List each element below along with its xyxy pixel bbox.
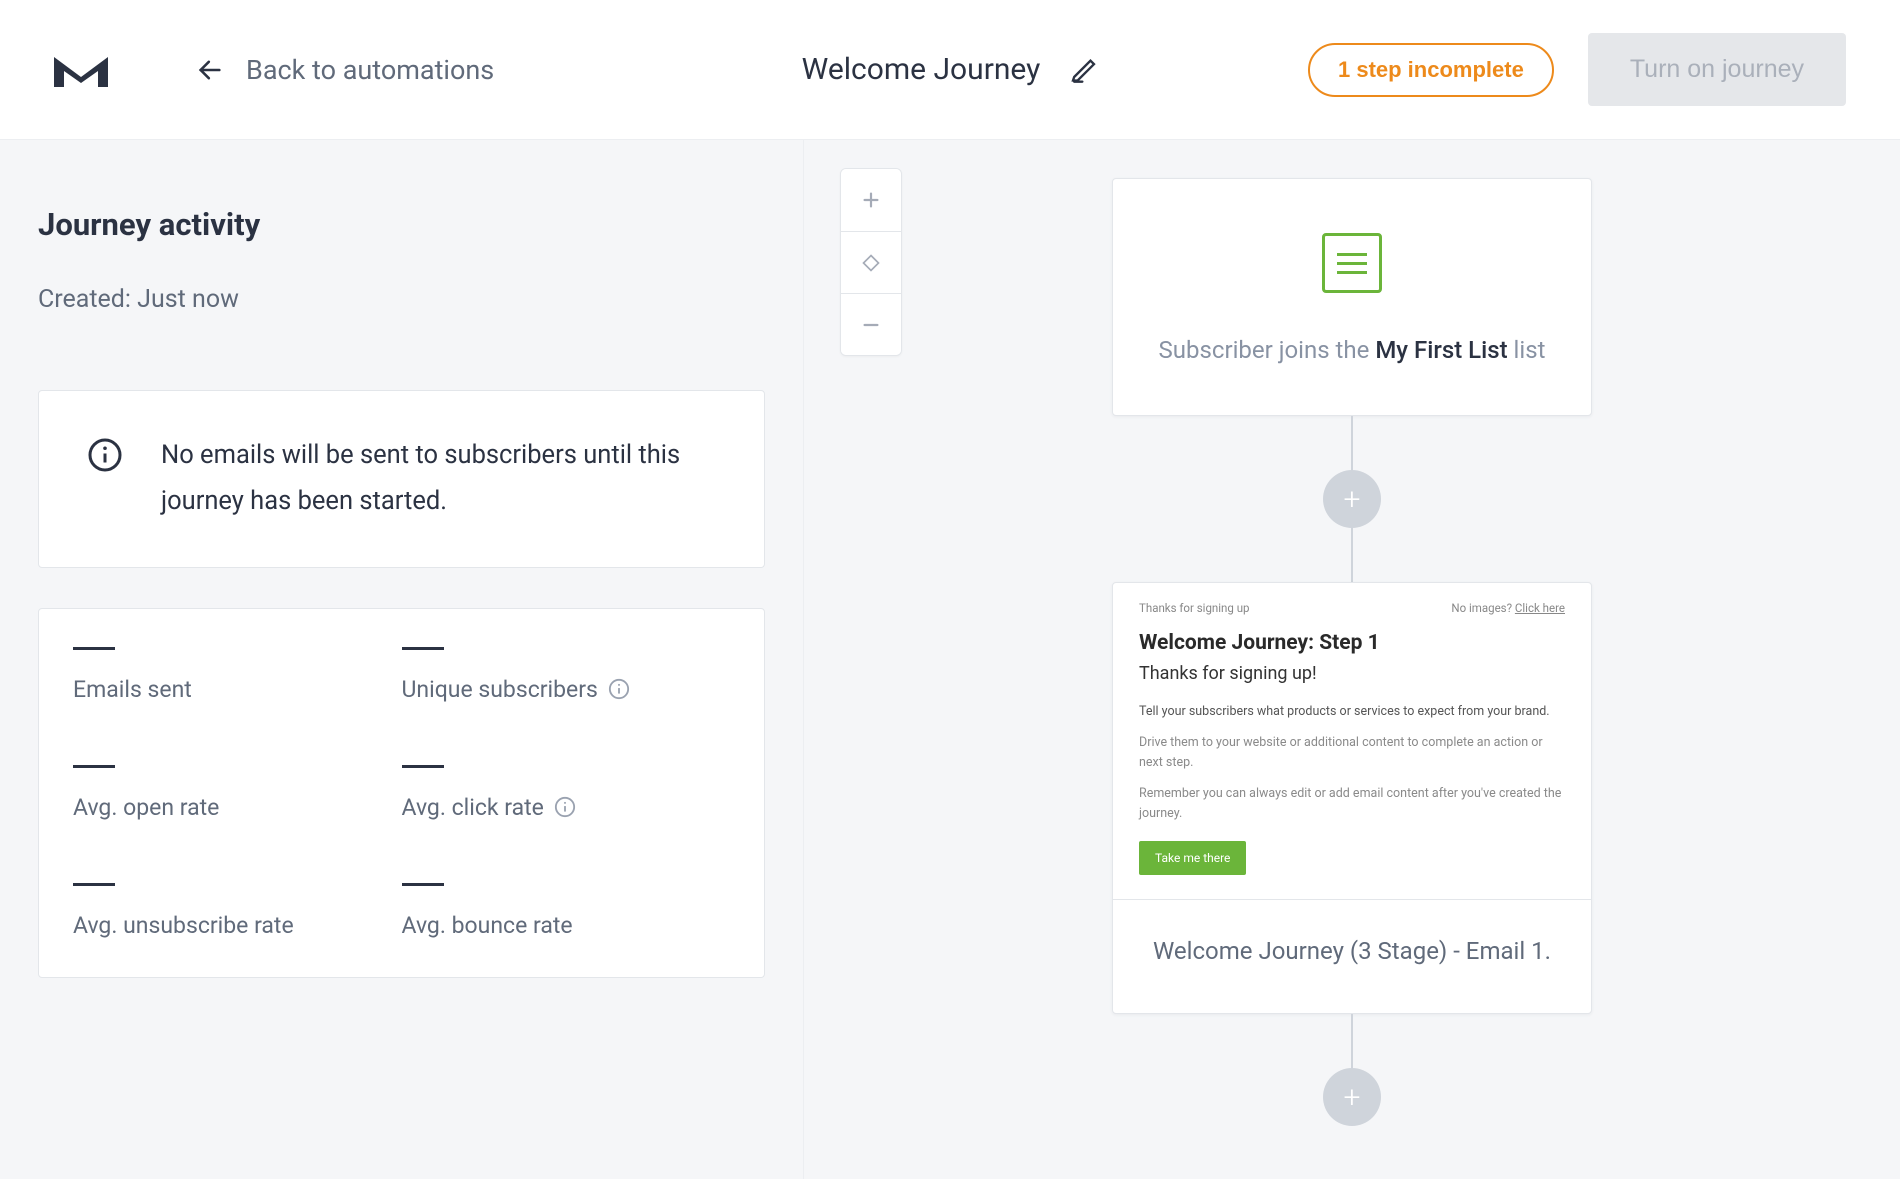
list-icon xyxy=(1322,233,1382,293)
stat-item: Avg. bounce rate xyxy=(402,883,731,939)
email-node-title: Welcome Journey (3 Stage) - Email 1. xyxy=(1113,900,1591,1013)
back-to-automations-link[interactable]: Back to automations xyxy=(196,54,494,86)
stat-value-placeholder xyxy=(402,765,444,768)
stat-item: Unique subscribers xyxy=(402,647,731,703)
info-icon[interactable] xyxy=(554,796,576,818)
connector-line xyxy=(1351,416,1353,472)
preview-body: Tell your subscribers what products or s… xyxy=(1139,702,1565,721)
connector-line xyxy=(1351,526,1353,582)
preview-no-images: No images? Click here xyxy=(1451,601,1565,615)
add-step-button[interactable]: + xyxy=(1323,1068,1381,1126)
info-card: No emails will be sent to subscribers un… xyxy=(38,390,765,568)
journey-canvas[interactable]: Subscriber joins the My First List list … xyxy=(804,140,1900,1179)
arrow-left-icon xyxy=(196,56,224,84)
header-actions: 1 step incomplete Turn on journey xyxy=(1308,33,1846,106)
stat-label: Emails sent xyxy=(73,676,402,703)
stat-label: Avg. click rate xyxy=(402,794,731,821)
stat-label: Unique subscribers xyxy=(402,676,731,703)
back-label: Back to automations xyxy=(246,54,494,86)
preview-heading: Welcome Journey: Step 1 xyxy=(1139,631,1565,655)
edit-title-button[interactable] xyxy=(1070,56,1098,84)
sidebar-heading: Journey activity xyxy=(38,206,765,243)
flow-column: Subscriber joins the My First List list … xyxy=(1112,178,1592,1124)
stat-value-placeholder xyxy=(73,765,115,768)
top-bar: Back to automations Welcome Journey 1 st… xyxy=(0,0,1900,140)
email-preview: Thanks for signing up No images? Click h… xyxy=(1113,583,1591,900)
stat-value-placeholder xyxy=(73,647,115,650)
email-node[interactable]: Thanks for signing up No images? Click h… xyxy=(1112,582,1592,1014)
zoom-out-button[interactable] xyxy=(841,293,901,355)
zoom-fit-button[interactable] xyxy=(841,231,901,293)
info-icon[interactable] xyxy=(608,678,630,700)
info-message: No emails will be sent to subscribers un… xyxy=(161,433,716,525)
journey-title-group: Welcome Journey xyxy=(802,52,1099,87)
connector-line xyxy=(1351,1014,1353,1070)
journey-title: Welcome Journey xyxy=(802,52,1041,87)
preview-body: Drive them to your website or additional… xyxy=(1139,733,1565,772)
turn-on-journey-button[interactable]: Turn on journey xyxy=(1588,33,1846,106)
stat-label: Avg. unsubscribe rate xyxy=(73,912,402,939)
add-step-button[interactable]: + xyxy=(1323,470,1381,528)
app-logo xyxy=(54,53,108,87)
stat-value-placeholder xyxy=(402,883,444,886)
zoom-in-button[interactable] xyxy=(841,169,901,231)
preview-subject: Thanks for signing up xyxy=(1139,601,1250,615)
preview-subheading: Thanks for signing up! xyxy=(1139,663,1565,684)
steps-incomplete-badge[interactable]: 1 step incomplete xyxy=(1308,43,1554,97)
trigger-text: Subscriber joins the My First List list xyxy=(1153,329,1551,371)
created-line: Created: Just now xyxy=(38,285,765,314)
preview-cta-button: Take me there xyxy=(1139,841,1246,875)
stat-label: Avg. open rate xyxy=(73,794,402,821)
stat-item: Emails sent xyxy=(73,647,402,703)
stats-grid: Emails sentUnique subscribers Avg. open … xyxy=(38,608,765,978)
zoom-controls xyxy=(840,168,902,356)
trigger-node[interactable]: Subscriber joins the My First List list xyxy=(1112,178,1592,416)
info-icon xyxy=(87,437,123,473)
stat-value-placeholder xyxy=(73,883,115,886)
stat-item: Avg. unsubscribe rate xyxy=(73,883,402,939)
stat-label: Avg. bounce rate xyxy=(402,912,731,939)
activity-sidebar: Journey activity Created: Just now No em… xyxy=(0,140,804,1179)
stat-value-placeholder xyxy=(402,647,444,650)
preview-body: Remember you can always edit or add emai… xyxy=(1139,784,1565,823)
stat-item: Avg. click rate xyxy=(402,765,731,821)
stat-item: Avg. open rate xyxy=(73,765,402,821)
